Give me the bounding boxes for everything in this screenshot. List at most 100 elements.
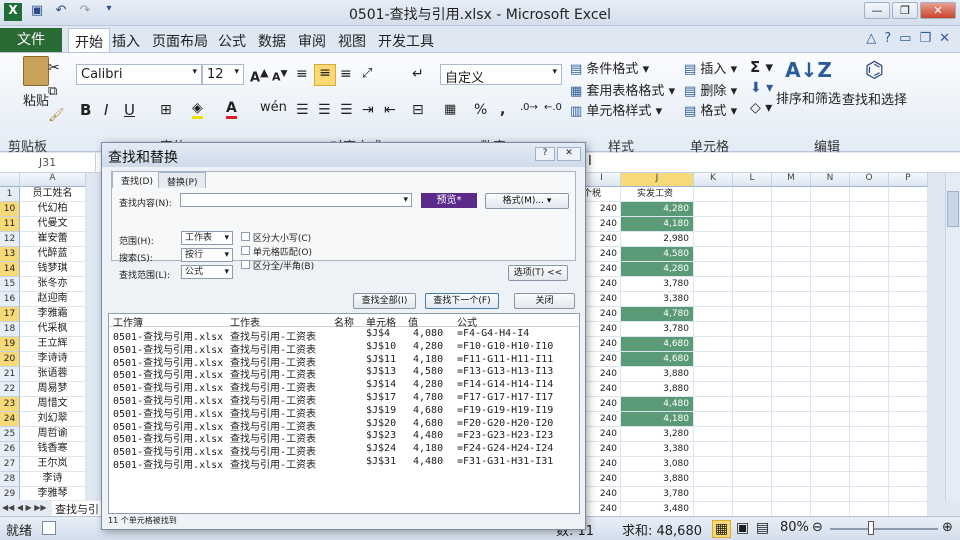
cell-employee-name[interactable]: 赵迎南 (20, 292, 86, 307)
cell-empty[interactable] (850, 472, 889, 487)
cell-empty[interactable] (694, 502, 733, 517)
zoom-in-icon[interactable]: ⊕ (942, 520, 953, 535)
cell-empty[interactable] (694, 337, 733, 352)
phonetic-icon[interactable]: wén (260, 100, 287, 115)
cell-empty[interactable] (811, 232, 850, 247)
increase-decimal-icon[interactable]: .0→ (520, 102, 538, 113)
cell-net-pay[interactable]: 4,280 (621, 202, 694, 217)
align-right-icon[interactable]: ☰ (340, 102, 353, 118)
cell-empty[interactable] (811, 187, 850, 202)
wrap-text-icon[interactable]: ↵ (412, 66, 424, 82)
delete-cells-button[interactable]: ▤ 删除 ▾ (684, 80, 737, 99)
tab-6[interactable]: 视图 (338, 31, 366, 51)
tab-find[interactable]: 查找(D) (112, 171, 162, 188)
zoom-slider[interactable] (830, 528, 938, 530)
cell-empty[interactable] (889, 262, 928, 277)
autosum-icon[interactable]: Σ ▾ (750, 58, 773, 76)
row-header[interactable]: 27 (0, 457, 20, 472)
cut-icon[interactable]: ✂ (48, 60, 60, 76)
cell-tax[interactable]: 240 (583, 502, 621, 517)
cell-empty[interactable] (694, 307, 733, 322)
cell-empty[interactable] (733, 217, 772, 232)
result-row[interactable]: 0501-查找与引用.xlsx 查找与引用-工资表 $J$24 4,180 =F24-G… (109, 443, 579, 458)
copy-icon[interactable]: ⧉ (48, 84, 57, 99)
cell-empty[interactable] (889, 187, 928, 202)
cell-empty[interactable] (889, 352, 928, 367)
cell-empty[interactable] (850, 247, 889, 262)
cell-employee-name[interactable]: 刘幻翠 (20, 412, 86, 427)
find-what-input[interactable]: ▾ (180, 193, 412, 207)
cell-empty[interactable] (694, 277, 733, 292)
result-row[interactable]: 0501-查找与引用.xlsx 查找与引用-工资表 $J$17 4,780 =F17-G… (109, 392, 579, 407)
cell-empty[interactable] (733, 442, 772, 457)
tab-3[interactable]: 公式 (218, 31, 246, 51)
dialog-close-icon[interactable]: ✕ (557, 147, 581, 161)
cell-tax[interactable]: 240 (583, 217, 621, 232)
cell-net-pay[interactable]: 3,780 (621, 487, 694, 502)
cell-tax[interactable]: 240 (583, 472, 621, 487)
cell-empty[interactable] (889, 412, 928, 427)
cell-tax[interactable]: 240 (583, 427, 621, 442)
options-button[interactable]: 选项(T) << (508, 265, 568, 281)
column-header-k[interactable]: K (694, 173, 733, 187)
cell-tax[interactable]: 240 (583, 307, 621, 322)
cell-empty[interactable] (889, 382, 928, 397)
cell-empty[interactable] (694, 487, 733, 502)
undo-icon[interactable]: ↶ (52, 3, 70, 21)
cell-empty[interactable] (889, 487, 928, 502)
cell-net-pay[interactable]: 3,880 (621, 367, 694, 382)
column-header-p[interactable]: P (889, 173, 928, 187)
cell-net-pay[interactable]: 4,680 (621, 352, 694, 367)
cell-empty[interactable] (889, 277, 928, 292)
dialog-close-button[interactable]: 关闭 (514, 293, 575, 309)
font-color-icon[interactable]: A (226, 100, 237, 119)
percent-icon[interactable]: % (474, 102, 487, 118)
cell-empty[interactable] (733, 307, 772, 322)
cell-employee-name[interactable]: 代曼文 (20, 217, 86, 232)
cell-empty[interactable] (811, 292, 850, 307)
cell-empty[interactable] (733, 472, 772, 487)
cell-empty[interactable] (694, 352, 733, 367)
cell-empty[interactable] (850, 502, 889, 517)
select-all-corner[interactable] (0, 173, 20, 187)
cell-empty[interactable] (811, 277, 850, 292)
cell-empty[interactable] (889, 217, 928, 232)
cell-net-pay[interactable]: 3,480 (621, 502, 694, 517)
cell-empty[interactable] (850, 457, 889, 472)
cell-employee-name[interactable]: 王立辉 (20, 337, 86, 352)
result-row[interactable]: 0501-查找与引用.xlsx 查找与引用-工资表 $J$10 4,280 =F10-G… (109, 341, 579, 356)
col-cell[interactable]: 单元格 (366, 314, 396, 329)
cell-empty[interactable] (733, 262, 772, 277)
cell-net-pay[interactable]: 4,780 (621, 307, 694, 322)
close-button[interactable]: ✕ (920, 2, 956, 19)
cell-empty[interactable] (694, 202, 733, 217)
cell-empty[interactable] (694, 397, 733, 412)
page-layout-icon[interactable]: ▣ (736, 520, 749, 536)
cell-employee-name[interactable]: 代醉蓝 (20, 247, 86, 262)
cell-empty[interactable] (850, 412, 889, 427)
cell-empty[interactable] (850, 292, 889, 307)
cell-empty[interactable] (772, 322, 811, 337)
cell-empty[interactable] (850, 307, 889, 322)
cell-empty[interactable] (811, 472, 850, 487)
match-case-checkbox[interactable] (241, 232, 250, 241)
tab-2[interactable]: 页面布局 (152, 31, 208, 51)
row-header[interactable]: 19 (0, 337, 20, 352)
cell-empty[interactable] (694, 187, 733, 202)
column-header-a[interactable]: A (20, 173, 86, 187)
cell-style-button[interactable]: ▥ 单元格样式 ▾ (570, 100, 662, 119)
align-left-icon[interactable]: ☰ (296, 102, 309, 118)
cell-net-pay[interactable]: 4,280 (621, 262, 694, 277)
cell-tax[interactable]: 240 (583, 202, 621, 217)
cell-empty[interactable] (850, 397, 889, 412)
cell-empty[interactable] (811, 457, 850, 472)
look-in-select[interactable]: 公式 ▾ (181, 265, 233, 279)
comma-style-icon[interactable]: , (500, 102, 505, 118)
sheet-tab[interactable]: 查找与引 (52, 501, 102, 517)
row-header[interactable]: 17 (0, 307, 20, 322)
row-header[interactable]: 21 (0, 367, 20, 382)
cell-net-pay[interactable]: 4,480 (621, 397, 694, 412)
cell-tax[interactable]: 240 (583, 292, 621, 307)
match-case-option[interactable]: 区分大小写(C) (241, 231, 311, 244)
accounting-format-icon[interactable]: ▦ (444, 102, 456, 117)
